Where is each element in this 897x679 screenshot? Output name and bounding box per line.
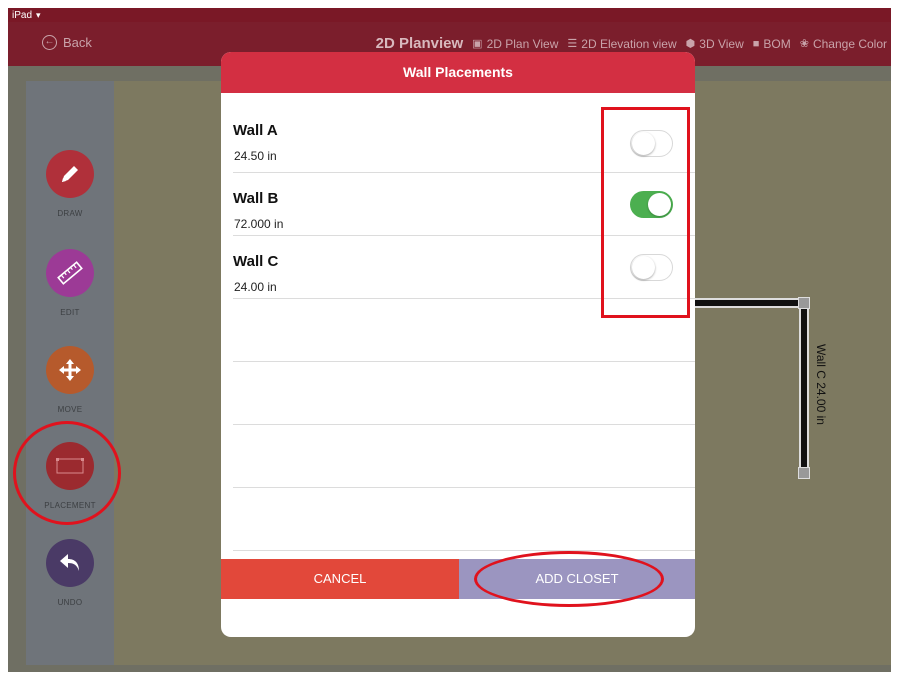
ruler-icon: [46, 249, 94, 297]
wall-node-bottom[interactable]: [798, 467, 810, 479]
status-bar: iPad ▾: [8, 8, 891, 22]
device-label: iPad: [12, 10, 33, 21]
nav-label: 3D View: [699, 36, 744, 51]
back-label: Back: [63, 35, 92, 50]
document-icon: ■: [752, 37, 760, 50]
tool-label: MOVE: [57, 405, 83, 414]
wall-segment-b[interactable]: [688, 298, 800, 308]
tool-label: DRAW: [57, 209, 83, 218]
annotation-circle-placement: [13, 421, 121, 525]
wall-size: 24.50 in: [234, 149, 277, 163]
tool-label: EDIT: [60, 308, 80, 317]
tool-draw[interactable]: DRAW: [26, 150, 114, 218]
undo-arrow-icon: [46, 539, 94, 587]
nav-bom[interactable]: ■ BOM: [753, 37, 791, 51]
annotation-ellipse-add-closet: [474, 551, 664, 607]
wall-size: 72.000 in: [234, 217, 284, 231]
dialog-title: Wall Placements: [221, 52, 695, 93]
move-arrows-icon: [46, 346, 94, 394]
elevation-icon: ☰: [567, 38, 578, 50]
tool-label: UNDO: [57, 598, 83, 607]
tool-sidebar: DRAW EDIT MOVE PLACEMENT UNDO: [26, 81, 114, 665]
wifi-icon: ▾: [36, 10, 41, 20]
wall-name: Wall A: [233, 122, 278, 139]
nav-2d-elevation-view[interactable]: ☰ 2D Elevation view: [567, 37, 676, 51]
wall-dimension-label: Wall C 24.00 in: [814, 344, 828, 425]
nav-label: 2D Elevation view: [581, 36, 677, 51]
page-title: 2D Planview: [375, 35, 464, 52]
list-item: [233, 425, 695, 488]
cube-icon: ⬢: [685, 38, 696, 50]
nav-label: 2D Plan View: [486, 36, 559, 51]
nav-label: Change Color: [812, 36, 887, 51]
back-button[interactable]: ← Back: [42, 35, 92, 50]
wall-size: 24.00 in: [234, 280, 277, 294]
tool-edit[interactable]: EDIT: [26, 249, 114, 317]
list-item: [233, 362, 695, 425]
ipad-screen: iPad ▾ ← Back 2D Planview ▣ 2D Plan View ☰…: [0, 0, 897, 679]
cancel-button[interactable]: CANCEL: [221, 559, 459, 599]
top-nav: 2D Planview ▣ 2D Plan View ☰ 2D Elevation …: [376, 35, 887, 52]
back-arrow-icon: ←: [42, 35, 57, 50]
wall-node-top[interactable]: [798, 297, 810, 309]
plan-icon: ▣: [472, 38, 483, 50]
wall-name: Wall B: [233, 190, 279, 207]
list-item: [233, 488, 695, 551]
nav-label: BOM: [763, 36, 791, 51]
tool-undo[interactable]: UNDO: [26, 539, 114, 607]
nav-3d-view[interactable]: ⬢ 3D View: [686, 37, 744, 51]
wall-name: Wall C: [233, 253, 279, 270]
annotation-rect-toggles: [601, 107, 690, 318]
tool-move[interactable]: MOVE: [26, 346, 114, 414]
nav-change-color[interactable]: ❀ Change Color: [800, 37, 887, 51]
palette-icon: ❀: [799, 38, 809, 50]
pencil-icon: [46, 150, 94, 198]
wall-segment-c[interactable]: [799, 306, 809, 472]
nav-2d-plan-view[interactable]: ▣ 2D Plan View: [472, 37, 558, 51]
